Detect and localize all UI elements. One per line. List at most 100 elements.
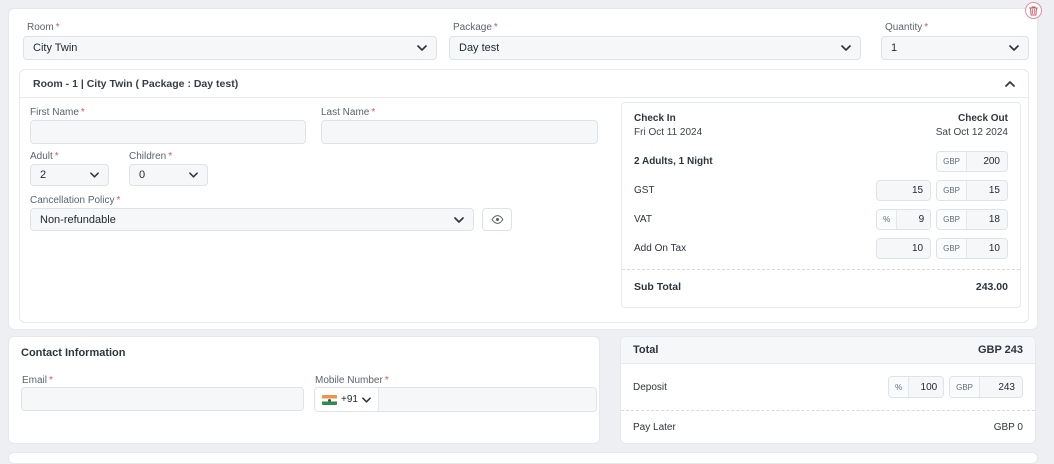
delete-room-button[interactable] bbox=[1025, 2, 1042, 19]
total-value: GBP 243 bbox=[978, 344, 1023, 356]
base-rate-row: 2 Adults, 1 Night GBP bbox=[634, 151, 1008, 172]
room-accordion: Room - 1 | City Twin ( Package : Day tes… bbox=[19, 69, 1029, 323]
currency-addon: GBP bbox=[937, 152, 967, 171]
eye-icon bbox=[491, 215, 504, 224]
required-marker: * bbox=[49, 375, 53, 386]
last-name-label: Last Name* bbox=[321, 107, 375, 118]
chevron-down-icon bbox=[841, 45, 851, 51]
required-marker: * bbox=[385, 375, 389, 386]
check-out-label: Check Out bbox=[936, 113, 1008, 124]
mobile-number-input[interactable] bbox=[379, 388, 596, 411]
tax-label: GST bbox=[634, 185, 655, 196]
tax-amount-input[interactable] bbox=[967, 239, 1007, 258]
check-out-date: Sat Oct 12 2024 bbox=[936, 127, 1008, 138]
check-in-date: Fri Oct 11 2024 bbox=[634, 127, 702, 138]
tax-row-gst: GST GBP bbox=[634, 180, 1008, 201]
required-marker: * bbox=[117, 195, 121, 206]
required-marker: * bbox=[168, 151, 172, 162]
quantity-label: Quantity* bbox=[885, 22, 928, 33]
tax-label: Add On Tax bbox=[634, 243, 686, 254]
quantity-select[interactable]: 1 bbox=[881, 36, 1029, 60]
occupancy-text: 2 Adults, 1 Night bbox=[634, 156, 713, 167]
required-marker: * bbox=[924, 22, 928, 33]
package-select[interactable]: Day test bbox=[449, 36, 861, 60]
required-marker: * bbox=[81, 107, 85, 118]
tax-amount-input[interactable] bbox=[967, 210, 1007, 229]
mobile-number-label: Mobile Number* bbox=[315, 375, 389, 386]
currency-addon: GBP bbox=[937, 181, 967, 200]
chevron-up-icon[interactable] bbox=[1005, 81, 1015, 87]
stay-dates: Check In Fri Oct 11 2024 Check Out Sat O… bbox=[634, 113, 1008, 138]
total-label: Total bbox=[633, 344, 658, 356]
last-name-input[interactable] bbox=[321, 120, 598, 144]
room-label: Room* bbox=[27, 22, 60, 33]
tax-rate-input[interactable] bbox=[897, 210, 931, 229]
adult-label: Adult* bbox=[30, 151, 59, 162]
deposit-amount-group: GBP bbox=[949, 376, 1023, 398]
tax-amount-group: GBP bbox=[936, 180, 1008, 201]
contact-title: Contact Information bbox=[21, 347, 126, 359]
chevron-down-icon bbox=[1009, 45, 1019, 51]
room-select-value: City Twin bbox=[33, 42, 77, 54]
mobile-number-group: +91 bbox=[314, 387, 597, 412]
pay-later-row: Pay Later GBP 0 bbox=[621, 411, 1035, 444]
adult-select[interactable]: 2 bbox=[30, 164, 109, 186]
tax-row-vat: VAT % GBP bbox=[634, 209, 1008, 230]
chevron-down-icon bbox=[90, 172, 99, 178]
check-in-label: Check In bbox=[634, 113, 702, 124]
required-marker: * bbox=[371, 107, 375, 118]
required-marker: * bbox=[55, 151, 59, 162]
room-accordion-title: Room - 1 | City Twin ( Package : Day tes… bbox=[33, 78, 238, 90]
first-name-input[interactable] bbox=[30, 120, 306, 144]
base-amount-group: GBP bbox=[936, 151, 1008, 172]
tax-row-addon: Add On Tax GBP bbox=[634, 238, 1008, 259]
tax-amount-group: GBP bbox=[936, 209, 1008, 230]
view-policy-button[interactable] bbox=[482, 208, 512, 231]
next-section-card bbox=[8, 452, 1038, 464]
dial-code: +91 bbox=[341, 394, 358, 405]
adult-select-value: 2 bbox=[40, 169, 46, 181]
tax-rate-input[interactable] bbox=[876, 180, 931, 201]
contact-card: Contact Information Email* Mobile Number… bbox=[8, 336, 600, 444]
tax-amount-input[interactable] bbox=[967, 181, 1007, 200]
tax-rate-group: % bbox=[876, 209, 931, 230]
children-select-value: 0 bbox=[139, 169, 145, 181]
deposit-rate-input[interactable] bbox=[909, 377, 944, 397]
sub-total-label: Sub Total bbox=[634, 281, 681, 293]
base-amount-input[interactable] bbox=[967, 152, 1007, 171]
totals-card: Total GBP 243 Deposit % GBP Pay Later GB… bbox=[620, 336, 1036, 444]
trash-icon bbox=[1029, 6, 1038, 16]
currency-addon: GBP bbox=[937, 239, 967, 258]
required-marker: * bbox=[56, 22, 60, 33]
quantity-select-value: 1 bbox=[891, 42, 897, 54]
currency-addon: GBP bbox=[950, 377, 980, 397]
required-marker: * bbox=[494, 22, 498, 33]
cancellation-policy-label: Cancellation Policy* bbox=[30, 195, 120, 206]
children-select[interactable]: 0 bbox=[129, 164, 208, 186]
currency-addon: GBP bbox=[937, 210, 967, 229]
total-header: Total GBP 243 bbox=[621, 337, 1035, 364]
email-input[interactable] bbox=[21, 387, 304, 411]
tax-label: VAT bbox=[634, 214, 652, 225]
deposit-rate-group: % bbox=[888, 376, 944, 398]
country-code-select[interactable]: +91 bbox=[315, 388, 379, 411]
chevron-down-icon bbox=[417, 45, 427, 51]
chevron-down-icon bbox=[189, 172, 198, 178]
sub-total-value: 243.00 bbox=[976, 281, 1008, 293]
deposit-label: Deposit bbox=[633, 382, 667, 393]
room-select[interactable]: City Twin bbox=[23, 36, 437, 60]
package-select-value: Day test bbox=[459, 42, 499, 54]
children-label: Children* bbox=[129, 151, 172, 162]
pay-later-label: Pay Later bbox=[633, 422, 676, 433]
sub-total-row: Sub Total 243.00 bbox=[634, 270, 1008, 293]
percent-addon: % bbox=[877, 210, 897, 229]
tax-rate-input[interactable] bbox=[876, 238, 931, 259]
first-name-label: First Name* bbox=[30, 107, 85, 118]
pay-later-value: GBP 0 bbox=[994, 422, 1023, 433]
room-accordion-body: First Name* Last Name* Adult* 2 Children… bbox=[20, 98, 1028, 323]
cancellation-policy-select[interactable]: Non-refundable bbox=[30, 208, 474, 231]
deposit-amount-input[interactable] bbox=[980, 377, 1022, 397]
chevron-down-icon bbox=[362, 397, 371, 403]
room-accordion-header[interactable]: Room - 1 | City Twin ( Package : Day tes… bbox=[20, 70, 1028, 98]
percent-addon: % bbox=[889, 377, 909, 397]
